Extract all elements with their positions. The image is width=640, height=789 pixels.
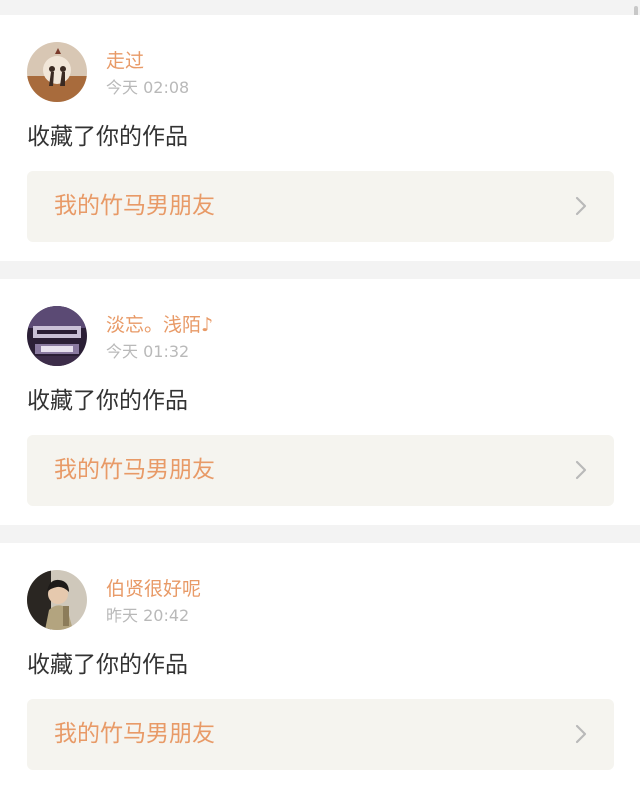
username[interactable]: 淡忘。浅陌♪ [106,313,213,337]
notification-card: 淡忘。浅陌♪ 今天 01:32 收藏了你的作品 我的竹马男朋友 [0,279,640,525]
action-text: 收藏了你的作品 [27,124,188,150]
timestamp: 昨天 20:42 [106,606,190,625]
chevron-right-icon [575,196,587,216]
notification-card: 走过 今天 02:08 收藏了你的作品 我的竹马男朋友 [0,15,640,261]
work-link[interactable]: 我的竹马男朋友 [27,171,614,242]
action-text: 收藏了你的作品 [27,388,188,414]
user-avatar[interactable] [27,570,87,630]
user-avatar[interactable] [27,306,87,366]
work-link[interactable]: 我的竹马男朋友 [27,699,614,770]
username[interactable]: 走过 [106,49,144,73]
chevron-right-icon [575,724,587,744]
work-title: 我的竹马男朋友 [54,193,215,219]
user-avatar[interactable] [27,42,87,102]
silhouette-couple-avatar-icon [27,42,87,102]
notification-card: 伯贤很好呢 昨天 20:42 收藏了你的作品 我的竹马男朋友 [0,543,640,789]
work-link[interactable]: 我的竹马男朋友 [27,435,614,506]
action-text: 收藏了你的作品 [27,652,188,678]
timestamp: 今天 02:08 [106,78,190,97]
timestamp: 今天 01:32 [106,342,190,361]
person-photo-avatar-icon [27,570,87,630]
chevron-right-icon [575,460,587,480]
work-title: 我的竹马男朋友 [54,457,215,483]
username[interactable]: 伯贤很好呢 [106,577,201,601]
work-title: 我的竹马男朋友 [54,721,215,747]
purple-photo-avatar-icon [27,306,87,366]
